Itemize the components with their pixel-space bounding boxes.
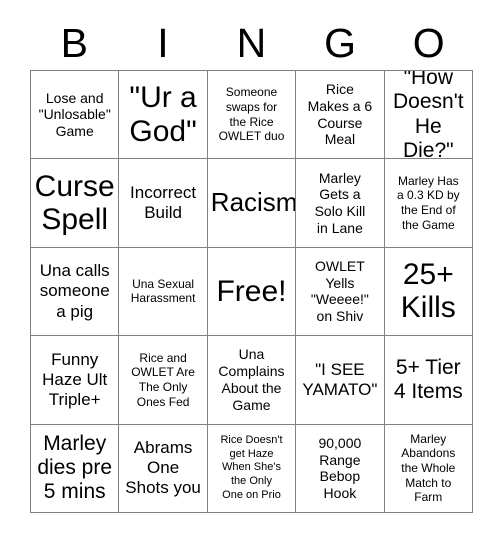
bingo-cell-text: 90,000 Range Bebop Hook — [318, 434, 362, 502]
bingo-cell-text: "How Doesn't He Die?" — [393, 71, 464, 160]
bingo-cell-r5-c3[interactable]: Rice Doesn't get Haze When She's the Onl… — [207, 424, 297, 513]
bingo-cell-r1-c5[interactable]: "How Doesn't He Die?" — [384, 71, 473, 160]
bingo-cell-r2-c4[interactable]: Marley Gets a Solo Kill in Lane — [296, 159, 385, 248]
bingo-cell-text: Rice Doesn't get Haze When She's the Onl… — [220, 433, 283, 501]
bingo-cell-r4-c1[interactable]: Funny Haze Ult Triple+ — [31, 336, 120, 425]
bingo-cell-text: Una Complains About the Game — [218, 346, 285, 413]
bingo-cell-r5-c1[interactable]: Marley dies pre 5 mins — [31, 424, 120, 513]
bingo-grid: Lose and "Unlosable" Game "Ur a God" Someo… — [30, 70, 473, 513]
bingo-cell-text: Rice Makes a 6 Course Meal — [307, 81, 373, 148]
bingo-cell-r1-c1[interactable]: Lose and "Unlosable" Game — [31, 71, 120, 160]
bingo-cell-text: OWLET Yells "Weeee!" on Shiv — [310, 257, 369, 325]
bingo-cell-r4-c3[interactable]: Una Complains About the Game — [207, 336, 297, 425]
bingo-cell-r4-c4[interactable]: "I SEE YAMATO" — [296, 336, 385, 425]
bingo-cell-r3-c4[interactable]: OWLET Yells "Weeee!" on Shiv — [296, 247, 385, 337]
bingo-cell-text: Abrams One Shots you — [125, 438, 201, 498]
bingo-cell-r1-c2[interactable]: "Ur a God" — [119, 71, 208, 160]
bingo-cell-text: 5+ Tier 4 Items — [393, 355, 463, 403]
bingo-cell-r5-c2[interactable]: Abrams One Shots you — [119, 424, 208, 513]
bingo-cell-text: Incorrect Build — [130, 183, 197, 223]
bingo-header-row: B I N G O — [30, 16, 473, 70]
bingo-cell-text: Someone swaps for the Rice OWLET duo — [218, 85, 285, 144]
header-letter-o: O — [412, 19, 445, 66]
bingo-cell-r1-c4[interactable]: Rice Makes a 6 Course Meal — [296, 71, 385, 160]
bingo-cell-text: Marley dies pre 5 mins — [37, 431, 113, 504]
bingo-cell-r2-c1[interactable]: Curse Spell — [31, 159, 120, 248]
bingo-cell-text: Lose and "Unlosable" Game — [38, 89, 111, 140]
bingo-cell-text: Curse Spell — [34, 169, 115, 237]
bingo-cell-r2-c5[interactable]: Marley Has a 0.3 KD by the End of the Ga… — [384, 159, 473, 248]
bingo-cell-r5-c5[interactable]: Marley Abandons the Whole Match to Farm — [384, 424, 473, 513]
bingo-card: B I N G O Lose and "Unlosable" Game "Ur a… — [0, 0, 500, 544]
bingo-cell-r3-c5[interactable]: 25+ Kills — [384, 247, 473, 337]
bingo-cell-text: "I SEE YAMATO" — [302, 359, 378, 399]
bingo-cell-text: 25+ Kills — [400, 257, 456, 325]
header-letter-g: G — [324, 19, 357, 66]
bingo-cell-text: Marley Abandons the Whole Match to Farm — [401, 431, 456, 505]
bingo-cell-text: "Ur a God" — [129, 81, 197, 148]
bingo-cell-r5-c4[interactable]: 90,000 Range Bebop Hook — [296, 424, 385, 513]
bingo-cell-r1-c3[interactable]: Someone swaps for the Rice OWLET duo — [207, 71, 297, 160]
bingo-free-space[interactable]: Free! — [207, 247, 297, 337]
header-letter-i: I — [157, 19, 169, 66]
bingo-cell-r4-c2[interactable]: Rice and OWLET Are The Only Ones Fed — [119, 336, 208, 425]
bingo-cell-text: Free! — [216, 274, 287, 308]
header-letter-n: N — [236, 19, 267, 66]
bingo-cell-text: Marley Gets a Solo Kill in Lane — [314, 169, 366, 236]
header-letter-b: B — [60, 19, 88, 66]
bingo-cell-text: Una Sexual Harassment — [130, 276, 196, 306]
bingo-cell-r3-c2[interactable]: Una Sexual Harassment — [119, 247, 208, 337]
bingo-cell-text: Rice and OWLET Are The Only Ones Fed — [131, 350, 195, 409]
bingo-cell-text: Marley Has a 0.3 KD by the End of the Ga… — [396, 173, 460, 232]
bingo-cell-text: Una calls someone a pig — [39, 261, 110, 321]
bingo-cell-text: Funny Haze Ult Triple+ — [42, 349, 108, 409]
bingo-cell-r4-c5[interactable]: 5+ Tier 4 Items — [384, 336, 473, 425]
bingo-cell-r3-c1[interactable]: Una calls someone a pig — [31, 247, 120, 337]
bingo-cell-r2-c2[interactable]: Incorrect Build — [119, 159, 208, 248]
bingo-cell-r2-c3[interactable]: Racism — [207, 159, 297, 248]
bingo-cell-text: Racism — [210, 187, 297, 218]
